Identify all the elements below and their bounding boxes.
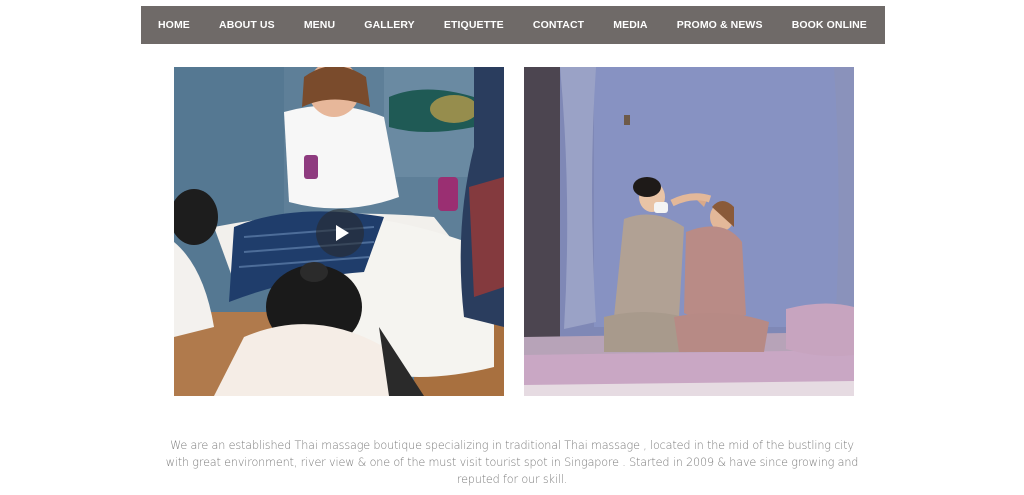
nav-item-gallery[interactable]: GALLERY [364,19,414,31]
nav-item-menu[interactable]: MENU [304,19,335,31]
gallery-image [524,67,854,396]
main-nav: HOME ABOUT US MENU GALLERY ETIQUETTE CON… [141,6,885,44]
nav-item-book-online[interactable]: BOOK ONLINE [792,19,867,31]
nav-item-home[interactable]: HOME [158,19,190,31]
play-icon [335,225,349,241]
nav-item-contact[interactable]: CONTACT [533,19,584,31]
intro-text: We are an established Thai massage bouti… [165,439,859,486]
nav-item-promo-news[interactable]: PROMO & NEWS [677,19,763,31]
play-button[interactable] [316,209,364,257]
nav-item-about-us[interactable]: ABOUT US [219,19,275,31]
stretch-massage-image [524,67,854,396]
nav-item-etiquette[interactable]: ETIQUETTE [444,19,504,31]
nav-item-media[interactable]: MEDIA [613,19,647,31]
video-thumbnail[interactable] [174,67,504,396]
